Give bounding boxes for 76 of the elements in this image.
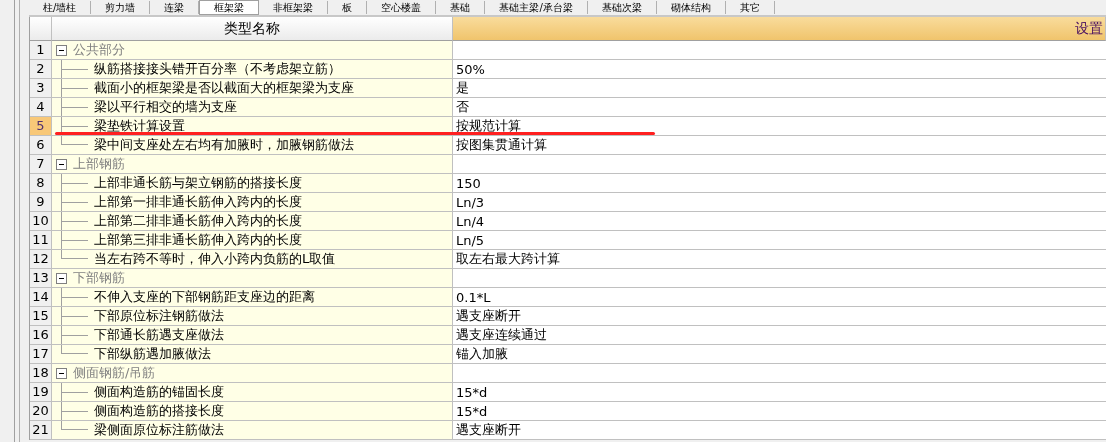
group-label: 公共部分	[73, 41, 125, 59]
tab[interactable]: 板	[328, 1, 368, 14]
setting-name: 下部纵筋遇加腋做法	[94, 345, 211, 363]
setting-value[interactable]: 15*d	[456, 384, 488, 400]
setting-name: 上部非通长筋与架立钢筋的搭接长度	[94, 174, 302, 192]
collapse-icon[interactable]	[56, 272, 67, 284]
tab[interactable]: 框架梁	[199, 0, 260, 15]
row-number[interactable]: 3	[30, 79, 52, 98]
setting-name: 上部第二排非通长筋伸入跨内的长度	[94, 212, 302, 230]
tab[interactable]: 砌体结构	[656, 1, 726, 14]
row-number: 1	[30, 41, 52, 60]
setting-name: 梁侧面原位标注筋做法	[94, 421, 224, 439]
row-number[interactable]: 20	[30, 402, 52, 421]
tab[interactable]: 基础次梁	[587, 1, 657, 14]
row-number: 13	[30, 269, 52, 288]
group-label: 上部钢筋	[73, 155, 125, 173]
setting-value[interactable]: 是	[456, 79, 469, 97]
setting-name: 上部第三排非通长筋伸入跨内的长度	[94, 231, 302, 249]
setting-name: 下部原位标注钢筋做法	[94, 307, 224, 325]
tab[interactable]: 空心楼盖	[367, 1, 437, 14]
setting-value[interactable]: 遇支座连续通过	[456, 326, 547, 344]
setting-value[interactable]: 否	[456, 98, 469, 116]
setting-value[interactable]: Ln/4	[456, 213, 485, 229]
row-number[interactable]: 10	[30, 212, 52, 231]
setting-name: 侧面构造筋的锚固长度	[94, 383, 224, 401]
row-number[interactable]: 9	[30, 193, 52, 212]
collapse-icon[interactable]	[56, 158, 67, 170]
collapse-icon[interactable]	[56, 44, 67, 56]
group-label: 下部钢筋	[73, 269, 125, 287]
row-number[interactable]: 11	[30, 231, 52, 250]
row-number[interactable]: 4	[30, 98, 52, 117]
setting-value[interactable]: 15*d	[456, 403, 488, 419]
tab[interactable]: 基础主梁/承台梁	[485, 1, 588, 14]
column-header[interactable]: 设置	[453, 17, 1106, 41]
group-label: 侧面钢筋/吊筋	[73, 364, 156, 382]
setting-value[interactable]: 遇支座断开	[456, 421, 521, 439]
setting-value[interactable]: Ln/5	[456, 232, 485, 248]
setting-value[interactable]: 锚入加腋	[456, 345, 508, 363]
setting-name: 当左右跨不等时，伸入小跨内负筋的L取值	[94, 250, 336, 268]
collapse-icon[interactable]	[56, 367, 67, 379]
row-number[interactable]: 5	[30, 117, 52, 136]
row-number: 7	[30, 155, 52, 174]
setting-name: 侧面构造筋的搭接长度	[94, 402, 224, 420]
setting-name: 梁中间支座处左右均有加腋时，加腋钢筋做法	[94, 136, 354, 154]
setting-value[interactable]: 按规范计算	[456, 117, 521, 135]
row-number[interactable]: 8	[30, 174, 52, 193]
setting-name: 上部第一排非通长筋伸入跨内的长度	[94, 193, 302, 211]
row-number[interactable]: 6	[30, 136, 52, 155]
tab[interactable]: 基础	[436, 1, 486, 14]
setting-value[interactable]: 150	[456, 175, 481, 191]
setting-name: 下部通长筋遇支座做法	[94, 326, 224, 344]
tab[interactable]: 非框架梁	[259, 1, 329, 14]
row-number[interactable]: 21	[30, 421, 52, 440]
setting-name: 梁以平行相交的墙为支座	[94, 98, 237, 116]
row-number[interactable]: 16	[30, 326, 52, 345]
row-number[interactable]: 17	[30, 345, 52, 364]
setting-name: 不伸入支座的下部钢筋距支座边的距离	[94, 288, 315, 306]
tab[interactable]: 柱/墙柱	[29, 1, 92, 14]
setting-value[interactable]: 0.1*L	[456, 289, 491, 305]
row-number[interactable]: 15	[30, 307, 52, 326]
setting-value[interactable]: Ln/3	[456, 194, 485, 210]
setting-name: 梁垫铁计算设置	[94, 117, 185, 135]
row-number[interactable]: 14	[30, 288, 52, 307]
setting-value[interactable]: 遇支座断开	[456, 307, 521, 325]
row-number[interactable]: 12	[30, 250, 52, 269]
setting-name: 截面小的框架梁是否以截面大的框架梁为支座	[94, 79, 354, 97]
row-number[interactable]: 19	[30, 383, 52, 402]
setting-value[interactable]: 按图集贯通计算	[456, 136, 547, 154]
setting-name: 纵筋搭接接头错开百分率（不考虑架立筋）	[94, 60, 341, 78]
column-header[interactable]: 类型名称	[52, 17, 453, 41]
row-number[interactable]: 2	[30, 60, 52, 79]
row-number: 18	[30, 364, 52, 383]
setting-value[interactable]: 50%	[456, 61, 485, 77]
setting-value[interactable]: 取左右最大跨计算	[456, 250, 560, 268]
tab[interactable]: 剪力墙	[91, 1, 151, 14]
tab[interactable]: 其它	[725, 1, 775, 14]
